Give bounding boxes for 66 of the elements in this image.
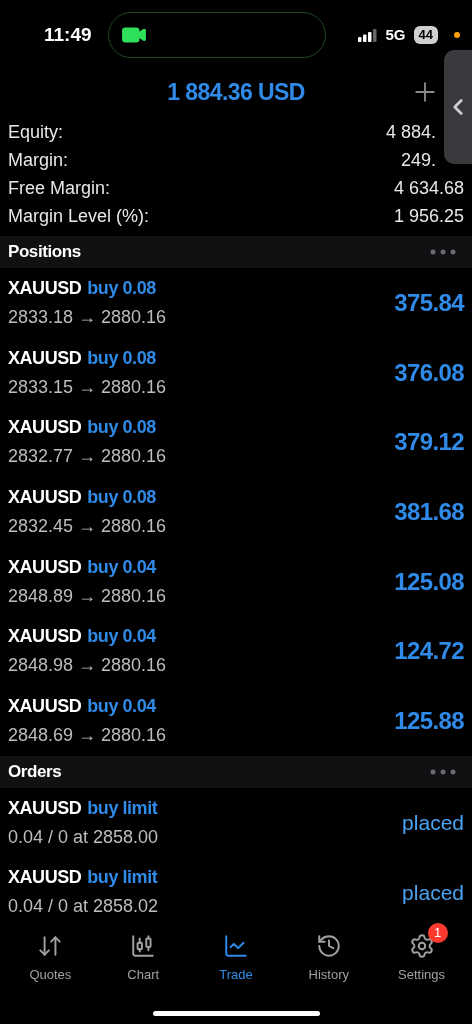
network-label: 5G: [385, 24, 406, 45]
position-row[interactable]: XAUUSD buy 0.08 2833.15 → 2880.16 376.08: [0, 337, 472, 408]
signal-icon: [357, 28, 378, 42]
profit: 376.08: [394, 357, 464, 388]
summary-value: 249.: [400, 148, 436, 172]
order-state: placed: [402, 879, 464, 906]
summary-label: Margin Level (%):: [8, 204, 150, 228]
order-type: buy 0.08: [87, 346, 156, 370]
history-icon: [315, 933, 342, 960]
order-type: buy 0.04: [87, 555, 156, 579]
order-type: buy limit: [87, 796, 158, 820]
summary-label: Free Margin:: [8, 176, 111, 200]
price-range: 2832.45 → 2880.16: [8, 514, 167, 538]
symbol: XAUUSD: [8, 796, 82, 820]
price-range: 2832.77 → 2880.16: [8, 445, 167, 469]
order-type: buy limit: [87, 866, 158, 890]
symbol: XAUUSD: [8, 625, 82, 649]
order-state: placed: [402, 809, 464, 836]
summary-label: Equity:: [8, 120, 64, 144]
summary-value: 1 956.25: [393, 204, 464, 228]
settings-icon: [408, 933, 435, 960]
profit: 375.84: [394, 287, 464, 318]
battery-indicator: 44: [413, 26, 438, 44]
symbol: XAUUSD: [8, 276, 82, 300]
notification-badge: 1: [427, 923, 448, 944]
position-row[interactable]: XAUUSD buy 0.04 2848.98 → 2880.16 124.72: [0, 616, 472, 687]
candlestick-icon: [130, 933, 157, 960]
more-icon[interactable]: [430, 768, 456, 775]
profit: 125.88: [394, 705, 464, 736]
price-range: 2848.89 → 2880.16: [8, 584, 167, 608]
more-icon[interactable]: [430, 249, 456, 255]
price-range: 2833.15 → 2880.16: [8, 375, 167, 399]
order-type: buy 0.08: [87, 416, 156, 440]
order-row[interactable]: XAUUSD buy limit 0.04 / 0 at 2858.00 placed: [0, 787, 472, 858]
clock: 11:49: [44, 22, 92, 47]
symbol: XAUUSD: [8, 485, 82, 509]
profit: 124.72: [394, 636, 464, 667]
position-row[interactable]: XAUUSD buy 0.04 2848.89 → 2880.16 125.08: [0, 546, 472, 617]
summary-value: 4 884.: [385, 120, 436, 144]
balance: 1 884.36 USD: [167, 77, 305, 107]
position-row[interactable]: XAUUSD buy 0.04 2848.69 → 2880.16 125.88: [0, 686, 472, 756]
line-chart-icon: [223, 933, 249, 960]
symbol: XAUUSD: [8, 346, 82, 370]
position-row[interactable]: XAUUSD buy 0.08 2832.45 → 2880.16 381.68: [0, 477, 472, 547]
summary-value: 4 634.68: [393, 176, 464, 200]
order-type: buy 0.08: [87, 485, 156, 509]
profit: 379.12: [394, 427, 464, 458]
symbol: XAUUSD: [8, 555, 82, 579]
profit: 381.68: [394, 496, 464, 527]
section-title: Positions: [8, 241, 81, 264]
symbol: XAUUSD: [8, 416, 82, 440]
order-type: buy 0.08: [87, 276, 156, 300]
order-details: 0.04 / 0 at 2858.00: [8, 825, 159, 849]
summary-label: Margin:: [8, 148, 69, 172]
position-row[interactable]: XAUUSD buy 0.08 2832.77 → 2880.16 379.12: [0, 407, 472, 478]
order-type: buy 0.04: [87, 694, 156, 718]
symbol: XAUUSD: [8, 694, 82, 718]
price-range: 2848.69 → 2880.16: [8, 723, 167, 747]
price-range: 2848.98 → 2880.16: [8, 654, 167, 678]
section-title: Orders: [8, 761, 62, 784]
profit: 125.08: [394, 566, 464, 597]
order-type: buy 0.04: [87, 625, 156, 649]
symbol: XAUUSD: [8, 866, 82, 890]
price-range: 2833.18 → 2880.16: [8, 305, 167, 329]
position-row[interactable]: XAUUSD buy 0.08 2833.18 → 2880.16 375.84: [0, 268, 472, 338]
order-details: 0.04 / 0 at 2858.02: [8, 895, 159, 919]
